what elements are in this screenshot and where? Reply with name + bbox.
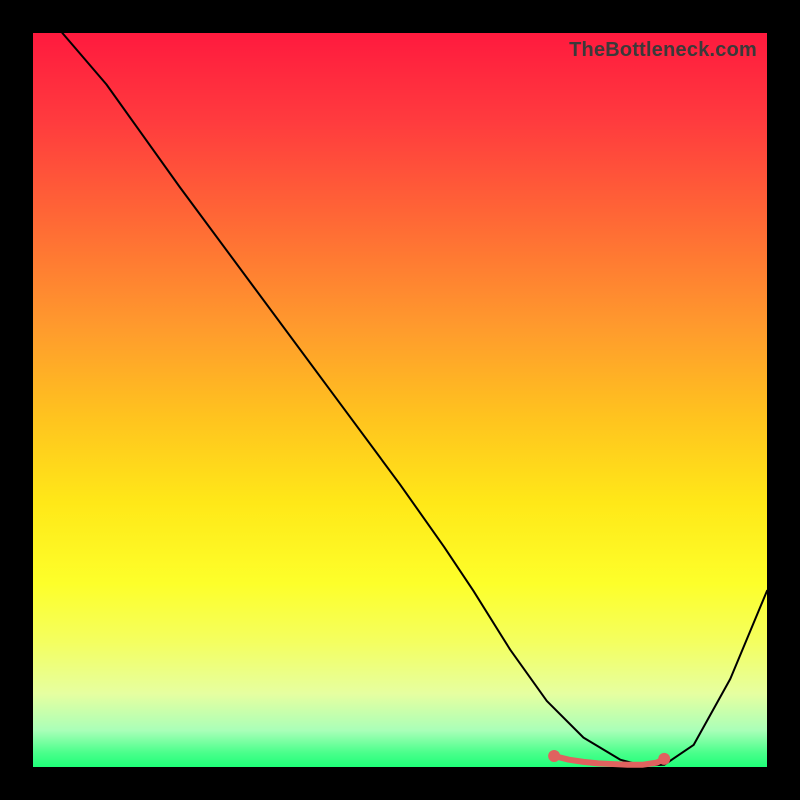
red-highlight (554, 756, 664, 765)
chart-svg (33, 33, 767, 767)
plot-area: TheBottleneck.com (33, 33, 767, 767)
black-curve (62, 33, 767, 766)
chart-frame: TheBottleneck.com (0, 0, 800, 800)
highlight-dot (548, 750, 560, 762)
highlight-dot (658, 753, 670, 765)
